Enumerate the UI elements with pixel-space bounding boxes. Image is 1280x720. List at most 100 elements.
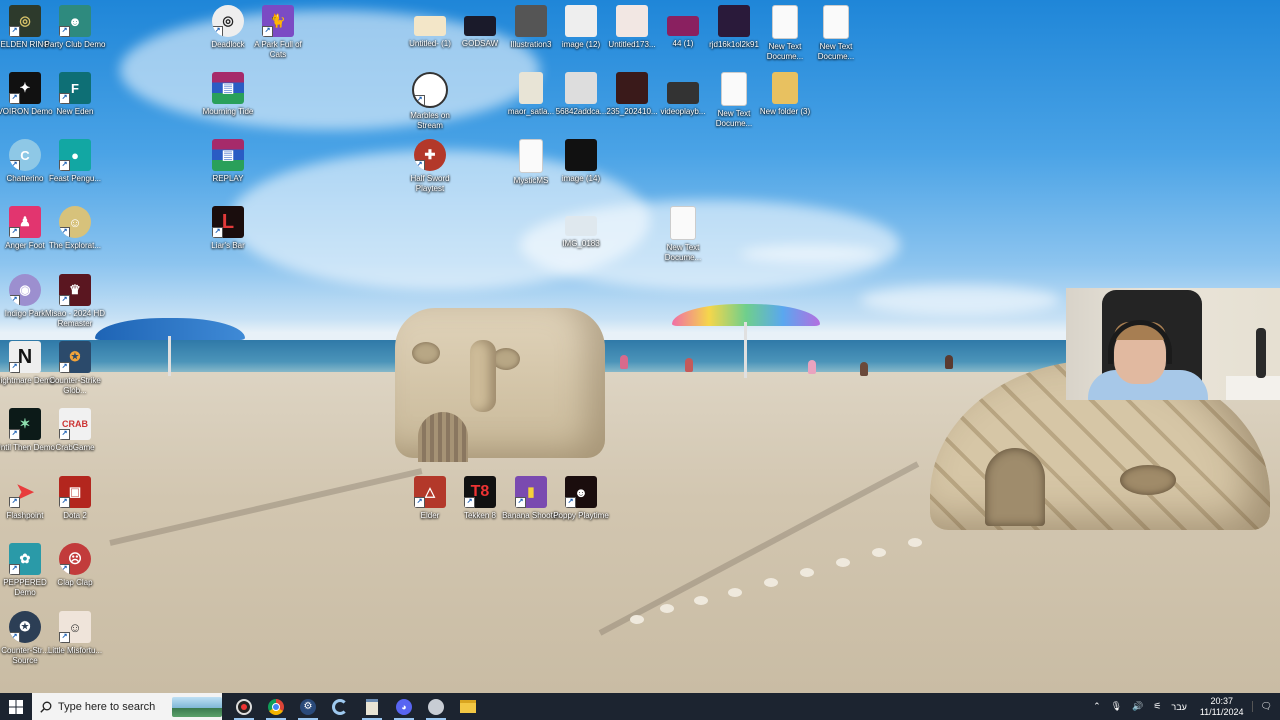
winrar-archive-icon: ▤ <box>212 139 244 171</box>
image-file-icon <box>616 72 648 104</box>
game-icon: ▮ ↗ <box>515 476 547 508</box>
nightmare-demo-icon: N ↗ <box>9 341 41 373</box>
desktop-icon-little-misfortune[interactable]: ☺ ↗ Little Misfortu... <box>43 611 107 656</box>
counter-strike-go-icon: ✪ ↗ <box>59 341 91 373</box>
show-hidden-icons-chevron-icon[interactable]: ⌃ <box>1088 701 1106 712</box>
desktop-icon-misao[interactable]: ♛ ↗ Misao - 2024 HD Remaster <box>43 274 107 329</box>
text-document-icon <box>670 206 696 240</box>
voiron-icon: ✦ ↗ <box>9 72 41 104</box>
desktop-icon-mourning-tide[interactable]: ▤ Mourning Tide <box>196 72 260 117</box>
desktop-icon-poppy-playtime[interactable]: ☻ ↗ Poppy Playtime <box>549 476 613 521</box>
notepad-icon <box>366 698 378 715</box>
search-highlight-image <box>172 696 222 717</box>
taskbar-clock[interactable]: 20:37 11/11/2024 <box>1192 696 1252 718</box>
desktop-icon-dota2[interactable]: ▣ ↗ Dota 2 <box>43 476 107 521</box>
dota2-icon: ▣ ↗ <box>59 476 91 508</box>
desktop-icon-image-14[interactable]: image (14) <box>549 139 613 184</box>
desktop-icon-counter-strike-go[interactable]: ✪ ↗ Counter-Strike Glob... <box>43 341 107 396</box>
exploration-icon: ☺ ↗ <box>59 206 91 238</box>
taskbar-app-steam[interactable]: ⚙ <box>292 693 324 720</box>
start-button[interactable] <box>0 693 32 720</box>
indigo-park-icon: ◉ ↗ <box>9 274 41 306</box>
clock-date: 11/11/2024 <box>1199 706 1244 717</box>
flashpoint-icon: ➤ ↗ <box>9 476 41 508</box>
desktop-icon-new-text-doc-4[interactable]: New Text Docume... <box>651 206 715 263</box>
taskbar-app-notepad[interactable] <box>356 693 388 720</box>
taskbar-search-box[interactable]: Type here to search <box>32 693 222 720</box>
taskbar-app-file-explorer[interactable] <box>452 693 484 720</box>
desktop-icon-clap-clap[interactable]: ☹ ↗ Clap Clap <box>43 543 107 588</box>
text-document-icon <box>772 5 798 39</box>
discord-icon: ◕ <box>396 698 412 715</box>
text-document-icon <box>721 72 747 106</box>
winrar-archive-icon: ▤ <box>212 72 244 104</box>
deadlock-icon: ◎ ↗ <box>212 5 244 37</box>
anger-foot-icon: ♟ ↗ <box>9 206 41 238</box>
image-file-icon <box>718 5 750 37</box>
peppered-icon: ✿ ↗ <box>9 543 41 575</box>
tekken8-icon: T8 ↗ <box>464 476 496 508</box>
desktop-icon-exploration[interactable]: ☺ ↗ The Explorat... <box>43 206 107 251</box>
counter-strike-source-icon: ✪ ↗ <box>9 611 41 643</box>
search-icon <box>40 701 52 713</box>
party-club-icon: ☻ ↗ <box>59 5 91 37</box>
taskbar-app-generic[interactable] <box>420 693 452 720</box>
windows-icon <box>9 699 23 714</box>
folder-icon <box>772 72 798 104</box>
language-indicator[interactable]: עבר <box>1166 702 1191 712</box>
elden-ring-icon: ◎ ↗ <box>9 5 41 37</box>
taskbar-app-obs[interactable] <box>228 693 260 720</box>
taskbar: Type here to search ⚙ ◕ ⌃ 🎙 🔊 ⚟ עבר 20:3… <box>0 693 1280 720</box>
desktop-icon-new-text-doc-2[interactable]: New Text Docume... <box>804 5 868 62</box>
until-then-icon: ✶ ↗ <box>9 408 41 440</box>
taskbar-app-ccleaner[interactable] <box>324 693 356 720</box>
taskbar-app-discord[interactable]: ◕ <box>388 693 420 720</box>
desktop-icon-new-eden[interactable]: F ↗ New Eden <box>43 72 107 117</box>
app-icon <box>428 698 444 715</box>
image-file-icon <box>464 16 496 36</box>
image-file-icon <box>565 139 597 171</box>
liars-bar-icon: L ↗ <box>212 206 244 238</box>
video-file-icon <box>667 82 699 104</box>
image-file-icon <box>616 5 648 37</box>
desktop-icon-crab-game[interactable]: CRAB ↗ CrabGame <box>43 408 107 453</box>
chatterino-icon: C ↗ <box>9 139 41 171</box>
file-explorer-icon <box>460 700 476 713</box>
image-file-icon <box>515 5 547 37</box>
webcam-overlay <box>1066 288 1280 400</box>
desktop-icon-half-sword[interactable]: ✚ ↗ Half Sword Playtest <box>398 139 462 194</box>
game-icon: △ ↗ <box>414 476 446 508</box>
half-sword-icon: ✚ ↗ <box>414 139 446 171</box>
desktop-icon-party-club[interactable]: ☻ ↗ Party Club Demo <box>43 5 107 50</box>
speaker-icon[interactable]: 🔊 <box>1127 701 1148 712</box>
desktop-icon-liars-bar[interactable]: L ↗ Liar's Bar <box>196 206 260 251</box>
steam-icon: ⚙ <box>300 698 316 715</box>
desktop-icon-new-folder-3[interactable]: New folder (3) <box>753 72 817 117</box>
desktop-icon-img-0183[interactable]: IMG_0183 <box>549 212 613 249</box>
search-placeholder: Type here to search <box>58 700 156 713</box>
image-file-icon <box>414 16 446 36</box>
desktop-icon-replay[interactable]: ▤ REPLAY <box>196 139 260 184</box>
ccleaner-icon <box>332 698 348 715</box>
desktop-icon-feast-penguin[interactable]: ● ↗ Feast Pengu... <box>43 139 107 184</box>
network-icon[interactable]: ⚟ <box>1148 701 1166 712</box>
taskbar-app-chrome[interactable] <box>260 693 292 720</box>
game-icon: ☻ ↗ <box>565 476 597 508</box>
desktop-icon-marbles-on-stream[interactable]: ↗ Marbles on Stream <box>398 72 462 131</box>
clap-clap-icon: ☹ ↗ <box>59 543 91 575</box>
image-file-icon <box>565 5 597 37</box>
text-document-icon <box>823 5 849 39</box>
notifications-icon[interactable]: 🗨 <box>1251 701 1280 712</box>
microphone-icon[interactable]: 🎙 <box>1106 701 1127 712</box>
feast-penguin-icon: ● ↗ <box>59 139 91 171</box>
system-tray: ⌃ 🎙 🔊 ⚟ עבר 20:37 11/11/2024 🗨 <box>1088 693 1280 720</box>
marbles-on-stream-icon: ↗ <box>412 72 448 108</box>
image-file-icon <box>519 72 543 104</box>
new-eden-icon: F ↗ <box>59 72 91 104</box>
blank-file-icon <box>519 139 543 173</box>
little-misfortune-icon: ☺ ↗ <box>59 611 91 643</box>
obs-icon <box>236 698 252 715</box>
misao-icon: ♛ ↗ <box>59 274 91 306</box>
desktop-icon-park-full-of-cats[interactable]: 🐈 ↗ A Park Full of Cats <box>246 5 310 60</box>
clock-time: 20:37 <box>1210 695 1233 706</box>
